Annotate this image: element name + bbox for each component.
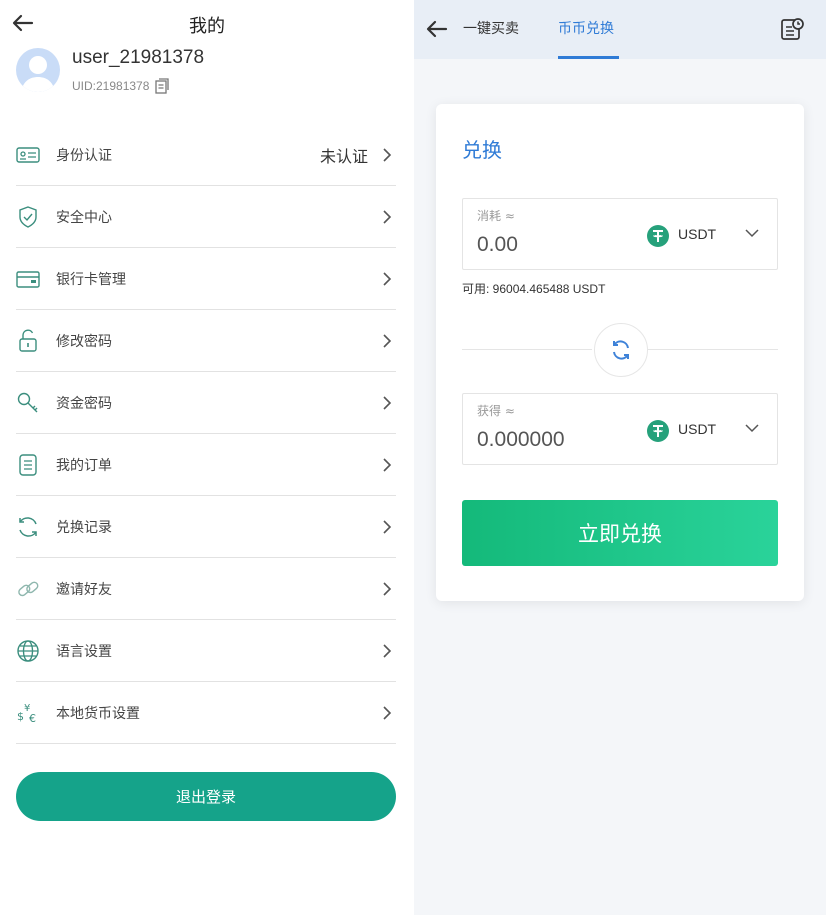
menu-item-identity[interactable]: 身份认证 未认证 [16, 124, 396, 186]
card-title: 兑换 [462, 138, 502, 162]
chevron-right-icon [383, 147, 392, 162]
menu-item-fund-password[interactable]: 资金密码 [16, 372, 396, 434]
profile-header: 我的 user_21981378 UID:21981378 [0, 0, 414, 118]
avatar[interactable] [16, 48, 60, 92]
svg-text:€: € [29, 712, 36, 725]
profile-menu: 身份认证 未认证 安全中心 银行卡管理 修改密码 资金密码 我的订单 兑换记录 … [16, 124, 396, 744]
chevron-right-icon [383, 457, 392, 472]
menu-item-bank-card[interactable]: 银行卡管理 [16, 248, 396, 310]
uid-row: UID:21981378 [72, 78, 170, 94]
records-icon[interactable] [780, 17, 804, 41]
receive-coin-name[interactable]: USDT [678, 421, 716, 437]
page-title: 我的 [189, 16, 225, 37]
menu-item-label: 我的订单 [56, 457, 112, 474]
active-tab-indicator [558, 56, 619, 59]
menu-item-label: 安全中心 [56, 209, 112, 226]
chevron-right-icon [383, 209, 392, 224]
receive-field[interactable]: 获得 ≈ 0.000000 USDT [462, 393, 778, 465]
receive-amount: 0.000000 [477, 428, 565, 451]
exchange-panel: 一键买卖 币币兑换 兑换 消耗 ≈ 0.00 USDT 可用: 96004.46… [414, 0, 826, 915]
available-balance: 可用: 96004.465488 USDT [462, 282, 606, 296]
menu-item-label: 本地货币设置 [56, 705, 140, 722]
chevron-right-icon [383, 519, 392, 534]
chevron-right-icon [383, 705, 392, 720]
exchange-now-button[interactable]: 立即兑换 [462, 500, 778, 566]
exchange-header: 一键买卖 币币兑换 [414, 0, 826, 59]
tab-quick-trade[interactable]: 一键买卖 [463, 18, 519, 38]
shield-icon [16, 205, 40, 229]
currency-icon: $ ¥ € [16, 701, 40, 725]
user-icon [21, 56, 55, 92]
spend-coin-name[interactable]: USDT [678, 226, 716, 242]
spend-caption: 消耗 ≈ [477, 209, 515, 223]
menu-item-label: 修改密码 [56, 333, 112, 350]
menu-item-exchange-records[interactable]: 兑换记录 [16, 496, 396, 558]
globe-icon [16, 639, 40, 663]
swap-button[interactable] [594, 323, 648, 377]
spend-amount-input[interactable]: 0.00 [477, 233, 518, 257]
order-icon [16, 453, 40, 477]
profile-panel: 我的 user_21981378 UID:21981378 身份认证 未认证 安… [0, 0, 414, 915]
menu-item-label: 身份认证 [56, 147, 112, 164]
menu-item-language[interactable]: 语言设置 [16, 620, 396, 682]
tab-coin-exchange[interactable]: 币币兑换 [558, 18, 614, 38]
verification-status: 未认证 [319, 146, 368, 166]
usdt-logo-icon [647, 225, 669, 247]
menu-item-change-password[interactable]: 修改密码 [16, 310, 396, 372]
svg-text:$: $ [17, 710, 24, 723]
menu-item-label: 资金密码 [56, 395, 112, 412]
menu-item-invite[interactable]: 邀请好友 [16, 558, 396, 620]
menu-item-orders[interactable]: 我的订单 [16, 434, 396, 496]
menu-item-label: 银行卡管理 [56, 271, 126, 288]
back-arrow-icon[interactable] [426, 18, 448, 40]
exchange-card: 兑换 消耗 ≈ 0.00 USDT 可用: 96004.465488 USDT … [436, 104, 804, 601]
swap-icon [613, 340, 629, 360]
id-card-icon [16, 143, 40, 167]
lock-icon [16, 329, 40, 353]
divider-left [462, 349, 592, 350]
chevron-right-icon [383, 333, 392, 348]
chevron-right-icon [383, 271, 392, 286]
menu-item-security[interactable]: 安全中心 [16, 186, 396, 248]
chevron-right-icon [383, 643, 392, 658]
menu-item-label: 语言设置 [56, 643, 112, 660]
chevron-down-icon[interactable] [745, 228, 759, 238]
refresh-icon [16, 515, 40, 539]
chevron-right-icon [383, 395, 392, 410]
menu-item-label: 邀请好友 [56, 581, 112, 598]
copy-icon[interactable] [155, 78, 170, 94]
username: user_21981378 [72, 47, 205, 68]
divider-right [648, 349, 778, 350]
chevron-right-icon [383, 581, 392, 596]
usdt-logo-icon [647, 420, 669, 442]
receive-caption: 获得 ≈ [477, 404, 515, 418]
menu-item-label: 兑换记录 [56, 519, 112, 536]
menu-item-local-currency[interactable]: $ ¥ € 本地货币设置 [16, 682, 396, 744]
link-icon [16, 577, 40, 601]
spend-field[interactable]: 消耗 ≈ 0.00 USDT [462, 198, 778, 270]
bank-card-icon [16, 267, 40, 291]
logout-button[interactable]: 退出登录 [16, 772, 396, 821]
key-icon [16, 391, 40, 415]
uid-text: UID:21981378 [72, 79, 150, 93]
chevron-down-icon[interactable] [745, 423, 759, 433]
